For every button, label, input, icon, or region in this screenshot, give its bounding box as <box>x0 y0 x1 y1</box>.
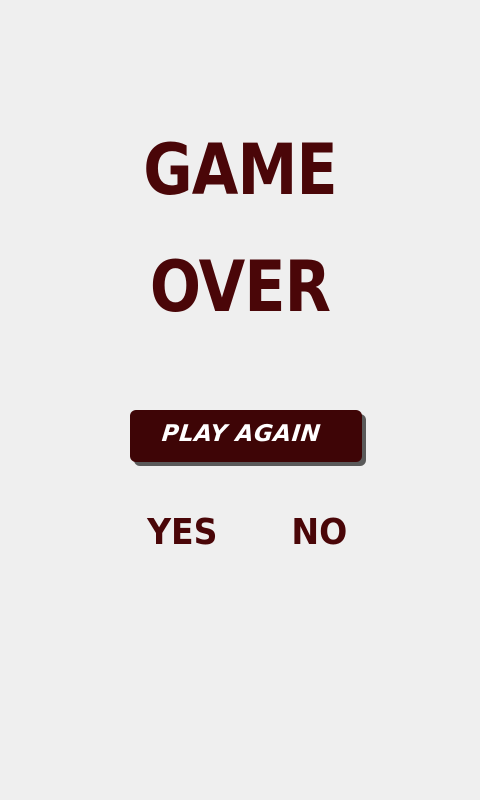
title-over: OVER <box>149 246 331 328</box>
yes-button[interactable]: YES <box>147 515 217 551</box>
game-over-screen: GAME OVER PLAY AGAIN YES NO <box>0 0 480 800</box>
title-game: GAME <box>143 129 337 211</box>
no-button[interactable]: NO <box>291 515 347 551</box>
play-again-label: PLAY AGAIN <box>160 421 322 447</box>
play-again-button[interactable]: PLAY AGAIN <box>130 410 362 462</box>
